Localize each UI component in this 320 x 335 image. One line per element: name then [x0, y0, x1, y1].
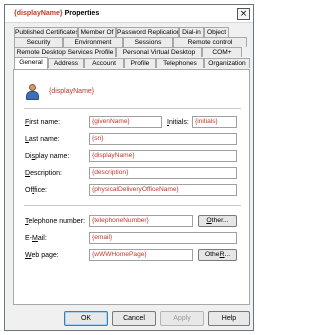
general-tab-panel: {displayName} First name: {givenName} In…	[13, 69, 250, 305]
initials-field[interactable]: {initials}	[192, 116, 237, 128]
close-icon[interactable]: ×	[237, 8, 250, 20]
title-bar: {displayName} Properties ×	[5, 5, 253, 23]
tab-telephones[interactable]: Telephones	[156, 58, 204, 68]
tab-environment[interactable]: Environment	[63, 37, 123, 47]
divider	[24, 205, 241, 206]
web-page-label: Web page:	[25, 252, 59, 259]
tab-remote-control[interactable]: Remote control	[173, 37, 247, 47]
description-field[interactable]: {description}	[89, 167, 237, 179]
telephone-other-button[interactable]: Other...	[198, 215, 237, 227]
tab-general[interactable]: General	[14, 57, 48, 69]
title-suffix: Properties	[64, 10, 100, 17]
display-name-field[interactable]: {displayName}	[89, 150, 237, 162]
tab-object[interactable]: Object	[204, 27, 229, 37]
tab-profile[interactable]: Profile	[124, 58, 156, 68]
telephone-field[interactable]: {telephoneNumber}	[89, 215, 193, 227]
window-title: {displayName} Properties	[14, 10, 99, 17]
tab-address[interactable]: Address	[48, 58, 84, 68]
email-label: E-Mail:	[25, 235, 47, 242]
tab-dial-in[interactable]: Dial-in	[179, 27, 204, 37]
office-field[interactable]: {physicalDeliveryOfficeName}	[89, 184, 237, 196]
tab-remote-desktop-services-profile[interactable]: Remote Desktop Services Profile	[14, 47, 116, 57]
user-icon	[26, 84, 39, 100]
web-page-other-button[interactable]: OtheR...	[198, 249, 237, 261]
tab-password-replication[interactable]: Password Replication	[116, 27, 179, 37]
tab-security[interactable]: Security	[14, 37, 63, 47]
tab-personal-virtual-desktop[interactable]: Personal Virtual Desktop	[116, 47, 202, 57]
title-placeholder: {displayName}	[14, 10, 63, 17]
ok-button[interactable]: OK	[64, 311, 108, 326]
help-button[interactable]: Help	[208, 311, 250, 326]
telephone-label: Telephone number:	[25, 218, 85, 225]
tab-published-certificates[interactable]: Published Certificates	[14, 27, 78, 37]
apply-button[interactable]: Apply	[160, 311, 204, 326]
web-page-field[interactable]: {wWWHomePage}	[89, 249, 193, 261]
last-name-label: Last name:	[25, 136, 60, 143]
properties-dialog: {displayName} Properties × Published Cer…	[4, 4, 254, 331]
last-name-field[interactable]: {sn}	[89, 133, 237, 145]
office-label: Offfice:	[25, 187, 47, 194]
description-label: Description:	[25, 170, 62, 177]
display-name-label: Display name:	[25, 153, 70, 160]
cancel-button[interactable]: Cancel	[112, 311, 156, 326]
initials-label: Initials:	[167, 119, 189, 126]
tab-member-of[interactable]: Member Of	[78, 27, 116, 37]
tab-organization[interactable]: Organization	[204, 58, 250, 68]
display-name-heading: {displayName}	[49, 88, 95, 95]
first-name-label: First name:	[25, 119, 61, 126]
first-name-field[interactable]: {givenName}	[89, 116, 162, 128]
tab-account[interactable]: Account	[84, 58, 124, 68]
tab-sessions[interactable]: Sessions	[123, 37, 173, 47]
tab-com-plus[interactable]: COM+	[202, 47, 242, 57]
email-field[interactable]: {email}	[89, 232, 237, 244]
divider	[24, 108, 241, 109]
